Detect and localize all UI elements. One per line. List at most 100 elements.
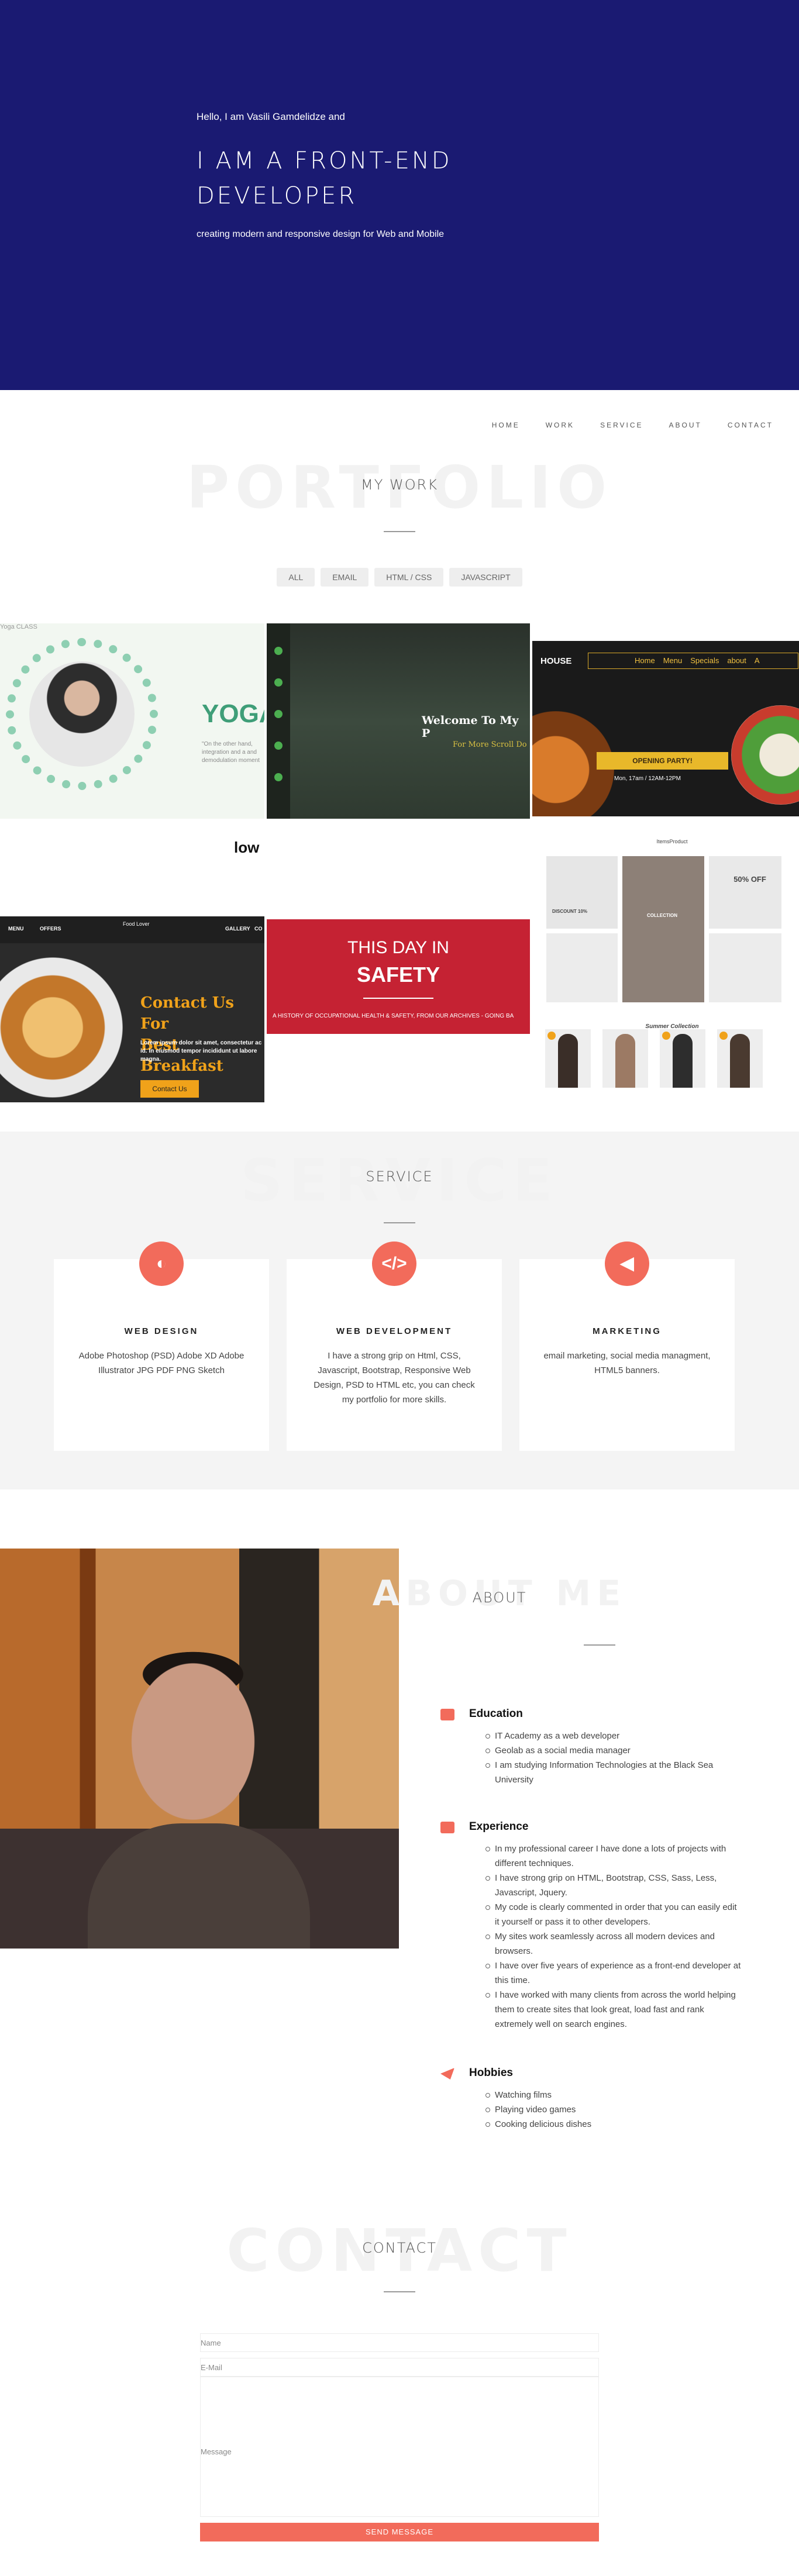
service-divider [384, 1222, 415, 1223]
folder-icon [274, 678, 283, 687]
nav-work[interactable]: WORK [533, 421, 587, 429]
waffle-image [0, 957, 123, 1098]
shop-boots [545, 855, 619, 930]
shop-discount [545, 932, 619, 1003]
yoga-logo: Yoga CLASS [0, 623, 37, 630]
education-title: Education [469, 1708, 523, 1720]
house-time: Mon, 17am / 12AM-12PM [614, 775, 681, 782]
name-label: Name [201, 2339, 221, 2347]
list-item: IT Academy as a web developer [485, 1729, 743, 1743]
profile-photo-torso [88, 1823, 310, 1949]
portfolio-item-yoga[interactable]: Yoga CLASS YOGA "On the other hand, inte… [0, 623, 264, 819]
house-menu-item: Menu [663, 656, 683, 665]
list-item: I have over five years of experience as … [485, 1958, 743, 1988]
forest-sidebar [267, 623, 290, 819]
yoga-text: "On the other hand, integration and a an… [202, 741, 260, 764]
safety-divider [363, 998, 433, 999]
message-field[interactable]: Message [200, 2377, 599, 2517]
house-menu-item: A [754, 656, 760, 665]
send-message-button[interactable]: SEND MESSAGE [200, 2523, 599, 2541]
portfolio-item-shop[interactable]: ItemsProduct DISCOUNT 10% 50% OFF COLLEC… [545, 834, 799, 1103]
service-title: SERVICE [366, 1168, 433, 1185]
portfolio-divider [384, 531, 415, 532]
about-divider [584, 1644, 615, 1646]
safety-line-2: SAFETY [356, 963, 440, 987]
shop-collection-label: COLLECTION [647, 913, 677, 918]
contact-title: CONTACT [362, 2240, 437, 2256]
yoga-photo [29, 661, 135, 767]
experience-title: Experience [469, 1820, 529, 1833]
portfolio-filters: ALL EMAIL HTML / CSS JAVASCRIPT [0, 568, 799, 587]
filter-html-css[interactable]: HTML / CSS [374, 568, 444, 587]
filter-javascript[interactable]: JAVASCRIPT [449, 568, 522, 587]
list-item: Geolab as a social media manager [485, 1743, 743, 1758]
filter-all[interactable]: ALL [277, 568, 315, 587]
safety-line-1: THIS DAY IN [347, 938, 449, 957]
portfolio-item-newsletter[interactable]: low [0, 833, 264, 865]
forest-heading: Welcome To My P [422, 714, 519, 740]
filter-email[interactable]: EMAIL [321, 568, 369, 587]
forest-subheading: For More Scroll Do [453, 740, 527, 749]
shop-offer [708, 855, 783, 930]
main-nav: HOME WORK SERVICE ABOUT CONTACT [479, 421, 786, 429]
house-menu-item: Home [635, 656, 655, 665]
code-icon: </> [372, 1242, 416, 1286]
house-menu-item: about [727, 656, 746, 665]
food-logo: Food Lover [123, 921, 150, 927]
house-brand: HOUSE [540, 656, 572, 666]
hero-intro: Hello, I am Vasili Gamdelidze and [197, 111, 345, 122]
food-heading-line: Contact Us For [140, 994, 234, 1033]
food-contact-button: Contact Us [140, 1080, 199, 1098]
heart-icon [274, 773, 283, 781]
experience-list: In my professional career I have done a … [485, 1842, 743, 2032]
list-item: Cooking delicious dishes [485, 2117, 743, 2132]
palette-icon: ◐ [139, 1242, 184, 1286]
portfolio-title: MY WORK [360, 477, 439, 493]
portfolio-item-restaurant[interactable]: HOUSE Home Menu Specials about A OPENING… [532, 641, 799, 816]
nav-about[interactable]: ABOUT [656, 421, 715, 429]
list-item: My sites work seamlessly across all mode… [485, 1929, 743, 1958]
nav-service[interactable]: SERVICE [587, 421, 656, 429]
shop-product [602, 1029, 648, 1088]
name-field[interactable]: Name [200, 2333, 599, 2352]
hero-subtitle: creating modern and responsive design fo… [197, 229, 445, 239]
education-list: IT Academy as a web developer Geolab as … [485, 1729, 743, 1787]
shop-model [621, 855, 705, 1003]
email-label: E-Mail [201, 2363, 222, 2372]
list-item: My code is clearly commented in order th… [485, 1900, 743, 1929]
message-label: Message [201, 2447, 232, 2456]
briefcase-icon [439, 1819, 456, 1837]
nav-home[interactable]: HOME [479, 421, 533, 429]
home-icon [274, 647, 283, 655]
page: Hello, I am Vasili Gamdelidze and I AM A… [0, 0, 799, 2576]
list-item: I am studying Information Technologies a… [485, 1758, 743, 1787]
portfolio-item-safety[interactable]: THIS DAY IN SAFETY A HISTORY OF OCCUPATI… [267, 919, 530, 1102]
paper-plane-icon [439, 2065, 456, 2083]
list-item: Playing video games [485, 2102, 743, 2117]
shop-nav: ItemsProduct [656, 839, 688, 844]
food-nav-item: OFFERS [40, 926, 61, 932]
shop-product [660, 1029, 705, 1088]
nav-contact[interactable]: CONTACT [715, 421, 786, 429]
newsletter-heading: low [234, 839, 260, 856]
hero-section: Hello, I am Vasili Gamdelidze and I AM A… [0, 0, 799, 390]
portfolio-item-forest[interactable]: Welcome To My P For More Scroll Do [267, 623, 530, 819]
service-card-title: MARKETING [593, 1326, 662, 1336]
email-field[interactable]: E-Mail [200, 2358, 599, 2377]
hobbies-title: Hobbies [469, 2067, 513, 2079]
portfolio-item-breakfast[interactable]: MENU OFFERS GALLERY CO Food Lover Contac… [0, 916, 264, 1102]
food-nav-item: CO [254, 926, 263, 932]
list-item: I have strong grip on HTML, Bootstrap, C… [485, 1871, 743, 1900]
contact-divider [384, 2291, 415, 2292]
service-card-title: WEB DESIGN [124, 1326, 199, 1336]
service-card-body: email marketing, social media managment,… [543, 1351, 711, 1375]
food-heading: Contact Us For Best Breakfast [140, 992, 264, 1077]
list-item: I have worked with many clients from acr… [485, 1988, 743, 2032]
card-icon [274, 742, 283, 750]
service-card-design: ◐ WEB DESIGN Adobe Photoshop (PSD) Adobe… [54, 1242, 269, 1451]
shop-offer-label: 50% OFF [733, 875, 766, 884]
hobbies-list: Watching films Playing video games Cooki… [485, 2088, 743, 2132]
hero-title: I AM A FRONT-END DEVELOPER [197, 147, 452, 209]
shop-product [545, 1029, 591, 1088]
service-card-development: </> WEB DEVELOPMENT I have a strong grip… [287, 1242, 502, 1451]
